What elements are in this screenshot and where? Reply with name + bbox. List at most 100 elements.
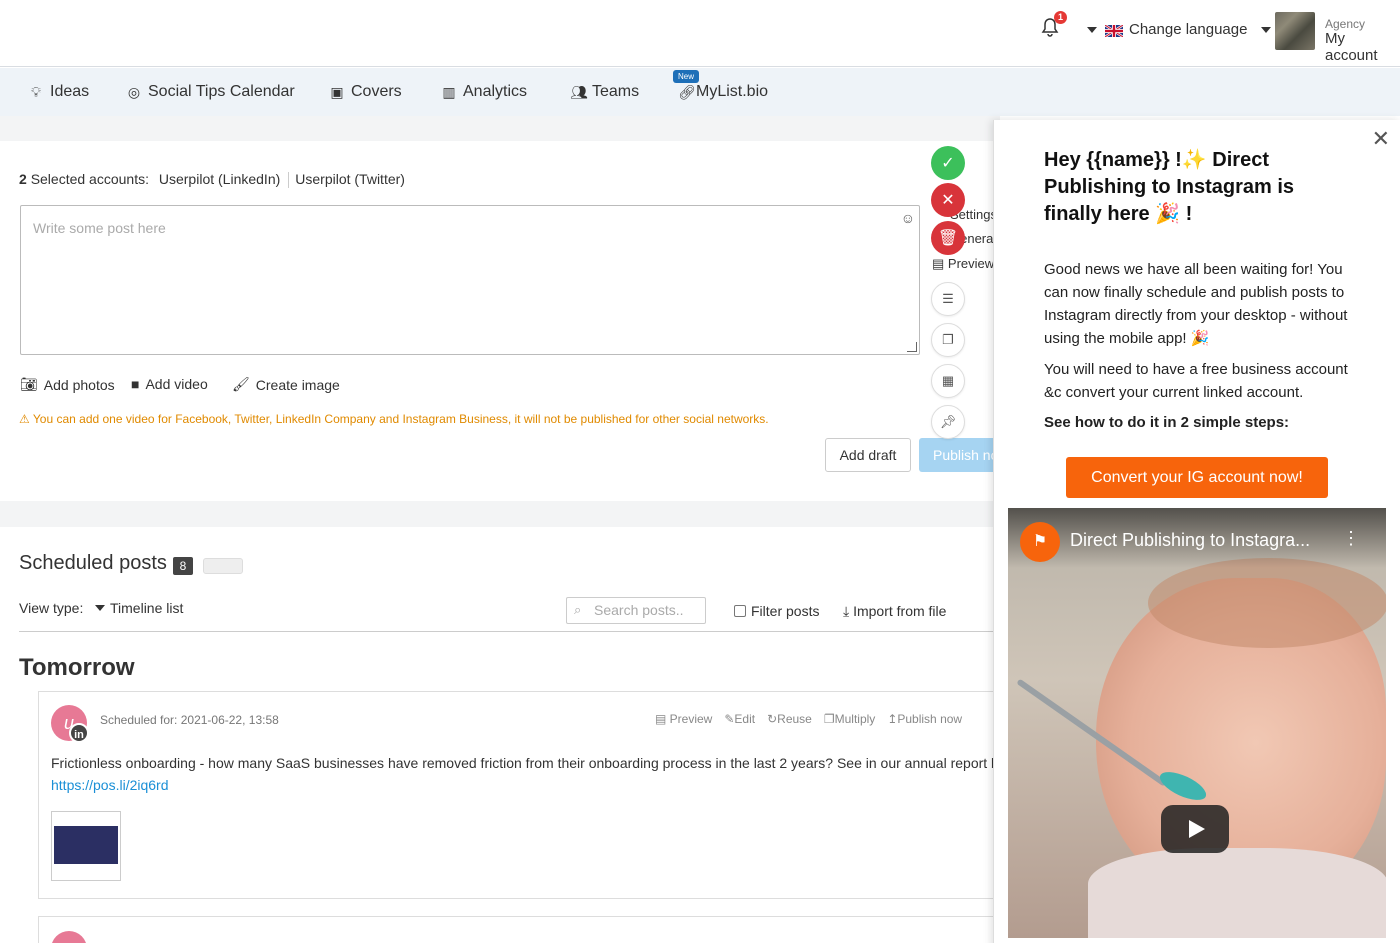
- pin-button[interactable]: 📌︎: [931, 405, 965, 439]
- nav-item-covers[interactable]: ▣ Covers: [329, 83, 402, 101]
- post-card: u in Scheduled for: 2021-06-22, 13:58 ▤ …: [38, 691, 1001, 899]
- import-from-file-button[interactable]: ⤓ Import from file: [843, 603, 946, 620]
- scheduled-time: Scheduled for: 2021-06-22, 13:58: [100, 713, 279, 727]
- delete-button[interactable]: 🗑︎: [931, 221, 965, 255]
- calendar-icon: ▦: [941, 373, 955, 388]
- warning-text: You can add one video for Facebook, Twit…: [32, 412, 769, 426]
- preview-link[interactable]: ▤ Preview: [932, 256, 994, 272]
- resize-handle[interactable]: [907, 342, 917, 352]
- search-icon: ⌕: [574, 602, 582, 617]
- emoji-icon[interactable]: ☺: [901, 210, 915, 226]
- video-camera-icon: ■: [131, 376, 140, 392]
- change-language-link[interactable]: Change language: [1129, 21, 1247, 38]
- convert-ig-account-button[interactable]: Convert your IG account now!: [1066, 457, 1328, 498]
- my-account-link[interactable]: My account: [1325, 30, 1400, 64]
- new-badge: New: [673, 70, 700, 83]
- copy-icon: ❐: [823, 712, 835, 726]
- action-label: Publish now: [897, 712, 963, 726]
- camera-icon: 📷︎: [20, 376, 38, 392]
- chevron-down-icon[interactable]: [95, 605, 105, 611]
- sliders-icon: ☰: [942, 291, 954, 306]
- post-text: Frictionless onboarding - how many SaaS …: [51, 755, 1001, 771]
- image-icon: ▣: [330, 83, 344, 100]
- video-thumbnail-detail: [1088, 848, 1386, 938]
- action-label: Multiply: [834, 712, 876, 726]
- add-photos-button[interactable]: 📷︎ Add photos: [20, 376, 115, 393]
- publish-now-button[interactable]: Publish now: [919, 438, 999, 472]
- post-card: [38, 916, 1000, 943]
- post-textarea[interactable]: Write some post here ☺: [20, 205, 920, 355]
- chevron-down-icon[interactable]: [1261, 27, 1271, 33]
- video-title[interactable]: Direct Publishing to Instagra...: [1070, 530, 1310, 551]
- add-video-label: Add video: [145, 376, 208, 392]
- close-icon[interactable]: ✕: [1372, 126, 1390, 152]
- section-divider: [0, 116, 1000, 141]
- reject-button[interactable]: ✕: [931, 183, 965, 217]
- selected-label: Selected accounts:: [30, 171, 149, 187]
- upload-icon: ↥: [887, 712, 898, 726]
- channel-logo-icon[interactable]: ⚑: [1020, 522, 1060, 562]
- approve-button[interactable]: ✓: [931, 146, 965, 180]
- lightbulb-icon: 💡︎: [31, 83, 41, 100]
- popup-steps-heading: See how to do it in 2 simple steps:: [1044, 414, 1290, 431]
- post-image-thumbnail[interactable]: [51, 811, 121, 881]
- view-type-select[interactable]: Timeline list: [110, 600, 183, 616]
- main-nav: 💡︎ Ideas ◎ Social Tips Calendar ▣ Covers…: [0, 68, 1400, 116]
- nav-item-mylist-bio[interactable]: 🔗︎ MyList.bio: [678, 83, 768, 101]
- copy-icon: ❐: [942, 332, 954, 347]
- add-draft-button[interactable]: Add draft: [825, 438, 911, 472]
- filter-posts-checkbox[interactable]: Filter posts: [734, 603, 819, 619]
- view-type-label: View type:: [19, 600, 84, 616]
- create-image-label: Create image: [255, 376, 340, 393]
- settings-sliders-button[interactable]: ☰: [931, 282, 965, 316]
- create-image-button[interactable]: 🖌︎ Create image: [232, 376, 340, 393]
- add-photos-label: Add photos: [43, 376, 115, 393]
- nav-label: Covers: [351, 83, 402, 100]
- account-chip-twitter[interactable]: Userpilot (Twitter): [295, 171, 405, 187]
- post-publish-now-button[interactable]: ↥Publish now: [887, 712, 962, 726]
- refresh-icon: ↻: [767, 712, 778, 726]
- brush-icon: 🖌︎: [232, 376, 250, 392]
- preview-icon: ▤: [655, 712, 670, 726]
- account-chip-linkedin[interactable]: Userpilot (LinkedIn): [159, 171, 280, 187]
- nav-item-ideas[interactable]: 💡︎ Ideas: [28, 83, 89, 101]
- thumbnail-image: [54, 826, 118, 864]
- play-button[interactable]: [1161, 805, 1229, 853]
- checkbox[interactable]: [734, 605, 746, 617]
- check-icon: ✓: [941, 155, 955, 172]
- add-video-button[interactable]: ■ Add video: [131, 376, 208, 392]
- avatar[interactable]: [1275, 12, 1315, 50]
- group-heading: Tomorrow: [19, 654, 135, 681]
- announcement-popup: ✕ Hey {{name}} !✨ Direct Publishing to I…: [993, 120, 1400, 943]
- chevron-down-icon[interactable]: [1087, 27, 1097, 33]
- post-placeholder: Write some post here: [33, 220, 166, 236]
- nav-label: Ideas: [50, 83, 90, 100]
- nav-item-teams[interactable]: 👥︎ Teams: [570, 83, 639, 101]
- video-player[interactable]: ⚑ Direct Publishing to Instagra... ⋮: [1008, 508, 1386, 938]
- nav-item-analytics[interactable]: ▥ Analytics: [441, 83, 527, 101]
- calendar-button[interactable]: ▦: [931, 364, 965, 398]
- duplicate-button[interactable]: ❐: [931, 323, 965, 357]
- compass-icon: ◎: [127, 83, 141, 100]
- search-input[interactable]: ⌕ Search posts..: [566, 597, 706, 624]
- close-icon: ✕: [941, 192, 955, 209]
- post-edit-button[interactable]: ✎Edit: [724, 712, 755, 726]
- action-label: Reuse: [777, 712, 812, 726]
- video-warning: ⚠ You can add one video for Facebook, Tw…: [19, 412, 769, 426]
- post-reuse-button[interactable]: ↻Reuse: [767, 712, 812, 726]
- uk-flag-icon: [1105, 25, 1123, 37]
- selected-count: 2: [19, 171, 27, 187]
- post-link[interactable]: https://pos.li/2iq6rd: [51, 777, 169, 793]
- download-icon: ⤓: [843, 603, 854, 619]
- post-multiply-button[interactable]: ❐Multiply: [824, 712, 875, 726]
- import-label: Import from file: [853, 603, 947, 619]
- account-avatar: [51, 931, 87, 943]
- post-preview-button[interactable]: ▤ Preview: [655, 712, 712, 726]
- search-placeholder: Search posts..: [594, 602, 684, 618]
- bar-chart-icon: ▥: [442, 83, 456, 100]
- top-bar: 1 Change language Agency My account: [0, 0, 1400, 67]
- nav-label: Analytics: [463, 83, 528, 100]
- more-options-icon[interactable]: ⋮: [1342, 528, 1360, 549]
- nav-item-social-tips-calendar[interactable]: ◎ Social Tips Calendar: [126, 83, 295, 101]
- video-thumbnail-detail: [1148, 558, 1386, 648]
